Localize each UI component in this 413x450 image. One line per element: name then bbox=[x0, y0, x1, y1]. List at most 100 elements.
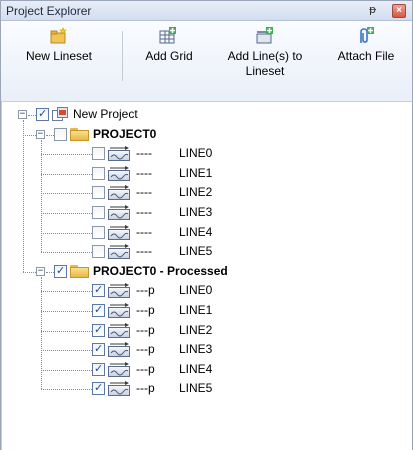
line-code: ---p bbox=[136, 283, 155, 298]
checkmark-icon: ✓ bbox=[94, 361, 104, 375]
line-checkbox[interactable]: ✓ bbox=[92, 342, 105, 357]
tree-connector bbox=[41, 232, 92, 234]
line-code: ---p bbox=[136, 381, 155, 396]
lineset-checkbox[interactable] bbox=[54, 127, 67, 141]
line-name: LINE2 bbox=[179, 322, 213, 337]
tree-connector bbox=[23, 134, 36, 136]
line-checkbox[interactable]: ✓ bbox=[92, 283, 105, 298]
line-checkbox[interactable]: ✓ bbox=[92, 361, 105, 376]
checkmark-icon: ✓ bbox=[94, 283, 104, 297]
lineset-checkbox[interactable]: ✓ bbox=[54, 263, 67, 278]
line-checkbox[interactable] bbox=[92, 206, 105, 219]
panel-title: Project Explorer bbox=[6, 4, 92, 18]
line-name: LINE4 bbox=[179, 361, 213, 376]
add-grid-label: Add Grid bbox=[145, 49, 193, 63]
project-explorer-panel: Project Explorer ᵽ × New Lineset Add Gri… bbox=[0, 0, 413, 450]
collapse-toggle[interactable]: − bbox=[36, 266, 45, 276]
line-icon bbox=[108, 244, 130, 260]
toolbar: New Lineset Add Grid Add Line(s) to Line… bbox=[1, 21, 412, 102]
line-icon bbox=[108, 165, 130, 181]
line-name: LINE2 bbox=[179, 185, 213, 200]
line-code: ---- bbox=[136, 244, 152, 259]
tree-connector bbox=[41, 389, 92, 391]
collapse-toggle[interactable]: − bbox=[18, 110, 27, 119]
attach-file-button[interactable]: Attach File bbox=[321, 21, 411, 101]
line-code: ---p bbox=[136, 303, 155, 317]
line-icon bbox=[108, 146, 130, 162]
lineset-label: PROJECT0 - Processed bbox=[93, 263, 228, 278]
pin-icon[interactable]: ᵽ bbox=[369, 3, 376, 16]
root-checkbox[interactable]: ✓ bbox=[36, 107, 49, 121]
title-bar: Project Explorer ᵽ × bbox=[1, 1, 412, 21]
line-code: ---- bbox=[136, 205, 152, 219]
new-lineset-label: New Lineset bbox=[25, 49, 93, 63]
line-name: LINE3 bbox=[179, 342, 213, 357]
tree-connector bbox=[41, 276, 42, 390]
line-checkbox[interactable]: ✓ bbox=[92, 322, 105, 337]
line-name: LINE3 bbox=[179, 205, 213, 219]
tree-connector bbox=[46, 271, 54, 273]
line-icon bbox=[108, 322, 130, 338]
tree-connector bbox=[23, 120, 24, 272]
tree-connector bbox=[41, 252, 92, 254]
tree-connector bbox=[41, 213, 92, 214]
checkmark-icon: ✓ bbox=[56, 263, 66, 277]
line-name: LINE1 bbox=[179, 303, 213, 317]
tree-connector bbox=[41, 193, 92, 195]
line-checkbox[interactable] bbox=[92, 147, 105, 161]
line-checkbox[interactable]: ✓ bbox=[92, 381, 105, 396]
line-icon bbox=[108, 205, 130, 220]
line-code: ---- bbox=[136, 165, 152, 180]
line-icon bbox=[108, 381, 130, 397]
line-name: LINE0 bbox=[179, 146, 213, 161]
close-icon[interactable]: × bbox=[392, 4, 406, 18]
line-name: LINE5 bbox=[179, 381, 213, 396]
add-lines-to-lineset-button[interactable]: Add Line(s) to Lineset bbox=[213, 21, 317, 101]
new-lineset-button[interactable]: New Lineset bbox=[1, 21, 117, 101]
attach-file-icon bbox=[360, 27, 374, 43]
collapse-toggle[interactable]: − bbox=[36, 129, 45, 139]
tree-connector bbox=[41, 291, 92, 293]
line-code: ---- bbox=[136, 224, 152, 239]
folder-icon bbox=[70, 127, 89, 141]
toolbar-separator bbox=[122, 31, 123, 81]
line-name: LINE4 bbox=[179, 224, 213, 239]
tree-connector bbox=[28, 115, 36, 116]
root-node-label: New Project bbox=[73, 107, 138, 121]
folder-icon bbox=[70, 264, 89, 278]
checkmark-icon: ✓ bbox=[94, 342, 104, 356]
line-checkbox[interactable] bbox=[92, 166, 105, 180]
line-checkbox[interactable] bbox=[92, 245, 105, 259]
new-folder-icon bbox=[50, 27, 67, 44]
checkmark-icon: ✓ bbox=[94, 381, 104, 395]
line-name: LINE1 bbox=[179, 165, 213, 180]
checkmark-icon: ✓ bbox=[94, 303, 104, 316]
line-icon bbox=[108, 303, 130, 318]
tree-connector bbox=[46, 134, 54, 136]
project-tree: − ✓ New Project − PROJECT0 ---- LINE0 ---- LINE1… bbox=[1, 102, 412, 450]
add-lines-icon bbox=[256, 27, 273, 44]
line-code: ---p bbox=[136, 361, 155, 376]
tree-connector bbox=[41, 139, 42, 253]
line-checkbox[interactable] bbox=[92, 186, 105, 200]
project-icon bbox=[52, 107, 69, 122]
line-name: LINE0 bbox=[179, 283, 213, 298]
line-icon bbox=[108, 283, 130, 299]
line-icon bbox=[108, 185, 130, 201]
add-lines-label: Add Line(s) to Lineset bbox=[227, 49, 303, 78]
line-name: LINE5 bbox=[179, 244, 213, 259]
line-checkbox[interactable]: ✓ bbox=[92, 303, 105, 317]
add-grid-button[interactable]: Add Grid bbox=[129, 21, 209, 101]
line-code: ---p bbox=[136, 342, 155, 357]
line-checkbox[interactable] bbox=[92, 225, 105, 239]
line-icon bbox=[108, 342, 130, 358]
line-icon bbox=[108, 224, 130, 240]
tree-connector bbox=[23, 271, 36, 273]
tree-connector bbox=[41, 350, 92, 352]
attach-file-label: Attach File bbox=[337, 49, 395, 63]
add-grid-icon bbox=[159, 27, 176, 44]
checkmark-icon: ✓ bbox=[38, 107, 48, 120]
checkmark-icon: ✓ bbox=[94, 322, 104, 336]
line-icon bbox=[108, 361, 130, 377]
tree-connector bbox=[41, 154, 92, 156]
